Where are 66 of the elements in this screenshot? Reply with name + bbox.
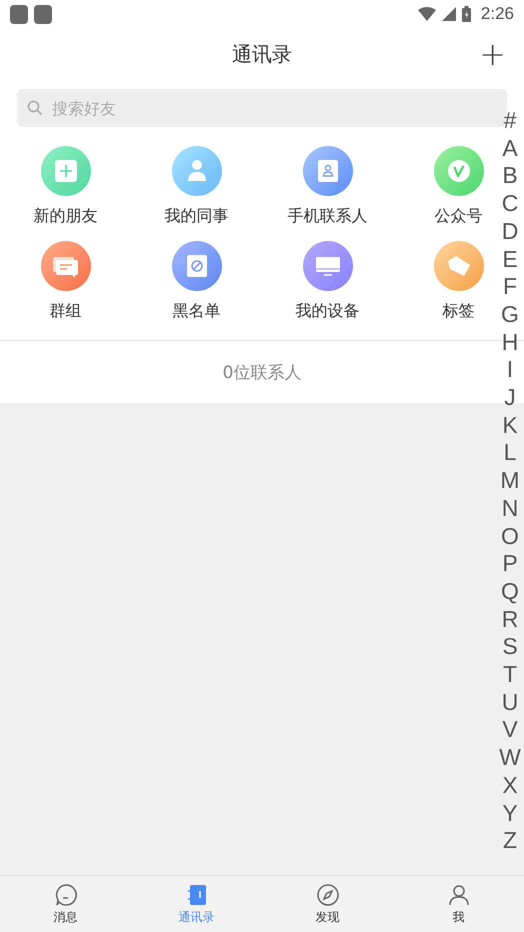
index-letter[interactable]: R — [502, 606, 518, 634]
shortcut-label: 手机联系人 — [288, 206, 368, 227]
index-letter[interactable]: U — [502, 688, 518, 716]
signal-icon — [442, 7, 456, 21]
index-letter[interactable]: S — [502, 633, 518, 662]
index-letter[interactable]: H — [502, 328, 518, 356]
shortcut-item[interactable]: 群组 — [40, 241, 90, 322]
index-letter[interactable]: F — [502, 273, 518, 301]
battery-icon — [462, 6, 471, 22]
shortcut-label: 标签 — [442, 301, 474, 322]
index-letter[interactable]: J — [504, 384, 516, 412]
shortcut-label: 新的朋友 — [34, 206, 98, 227]
index-letter[interactable]: X — [502, 772, 518, 800]
tag-icon — [434, 241, 484, 291]
index-letter[interactable]: D — [502, 218, 518, 246]
contact-count: 0位联系人 — [222, 362, 302, 384]
index-letter[interactable]: I — [506, 356, 514, 384]
person-icon — [172, 146, 222, 196]
shortcut-label: 公众号 — [434, 206, 482, 227]
chat-bubbles-icon — [40, 241, 90, 291]
notification-icon — [10, 4, 28, 24]
nav-tab[interactable]: 我 — [393, 876, 524, 932]
wifi-icon — [418, 7, 436, 21]
index-letter[interactable]: L — [504, 439, 516, 468]
shortcut-item[interactable]: 新的朋友 — [34, 146, 98, 227]
notification-icon — [34, 4, 52, 24]
shortcut-item[interactable]: 我的同事 — [164, 146, 228, 227]
page-title: 通讯录 — [232, 40, 292, 68]
index-letter[interactable]: T — [502, 661, 518, 689]
shortcut-label: 黑名单 — [172, 301, 220, 322]
index-letter[interactable]: Y — [502, 800, 518, 828]
index-letter[interactable]: A — [502, 134, 518, 162]
index-letter[interactable]: E — [502, 246, 518, 274]
compass-icon — [316, 882, 340, 906]
index-letter[interactable]: Z — [502, 827, 518, 855]
index-letter[interactable]: B — [502, 162, 518, 190]
letter-v-icon — [434, 146, 484, 196]
index-letter[interactable]: K — [502, 412, 518, 440]
chat-icon — [54, 882, 78, 906]
shortcut-label: 群组 — [50, 301, 82, 322]
shortcut-item[interactable]: 标签 — [434, 241, 484, 322]
add-friend-icon — [40, 146, 90, 196]
contact-card-icon — [302, 146, 352, 196]
shortcut-item[interactable]: 公众号 — [434, 146, 484, 227]
block-icon — [172, 241, 222, 291]
search-icon — [27, 100, 43, 116]
add-button[interactable]: + — [475, 36, 510, 72]
index-letter[interactable]: M — [500, 467, 520, 495]
index-letter[interactable]: W — [499, 744, 521, 772]
index-letter[interactable]: P — [502, 550, 518, 578]
monitor-icon — [302, 241, 352, 291]
shortcut-item[interactable]: 手机联系人 — [288, 146, 368, 227]
shortcut-label: 我的设备 — [296, 301, 360, 322]
index-letter[interactable]: G — [501, 300, 519, 329]
index-letter[interactable]: N — [502, 494, 518, 523]
index-letter[interactable]: C — [502, 190, 518, 218]
index-letter[interactable]: V — [502, 716, 518, 744]
status-time: 2:26 — [480, 4, 514, 24]
index-letter[interactable]: O — [501, 522, 519, 550]
nav-tab[interactable]: 发现 — [262, 876, 393, 932]
index-letter[interactable]: Q — [501, 578, 519, 606]
shortcut-label: 我的同事 — [164, 206, 228, 227]
shortcut-item[interactable]: 我的设备 — [296, 241, 360, 322]
nav-tab[interactable]: 消息 — [0, 876, 131, 932]
shortcut-item[interactable]: 黑名单 — [172, 241, 222, 322]
person-icon — [446, 882, 470, 906]
